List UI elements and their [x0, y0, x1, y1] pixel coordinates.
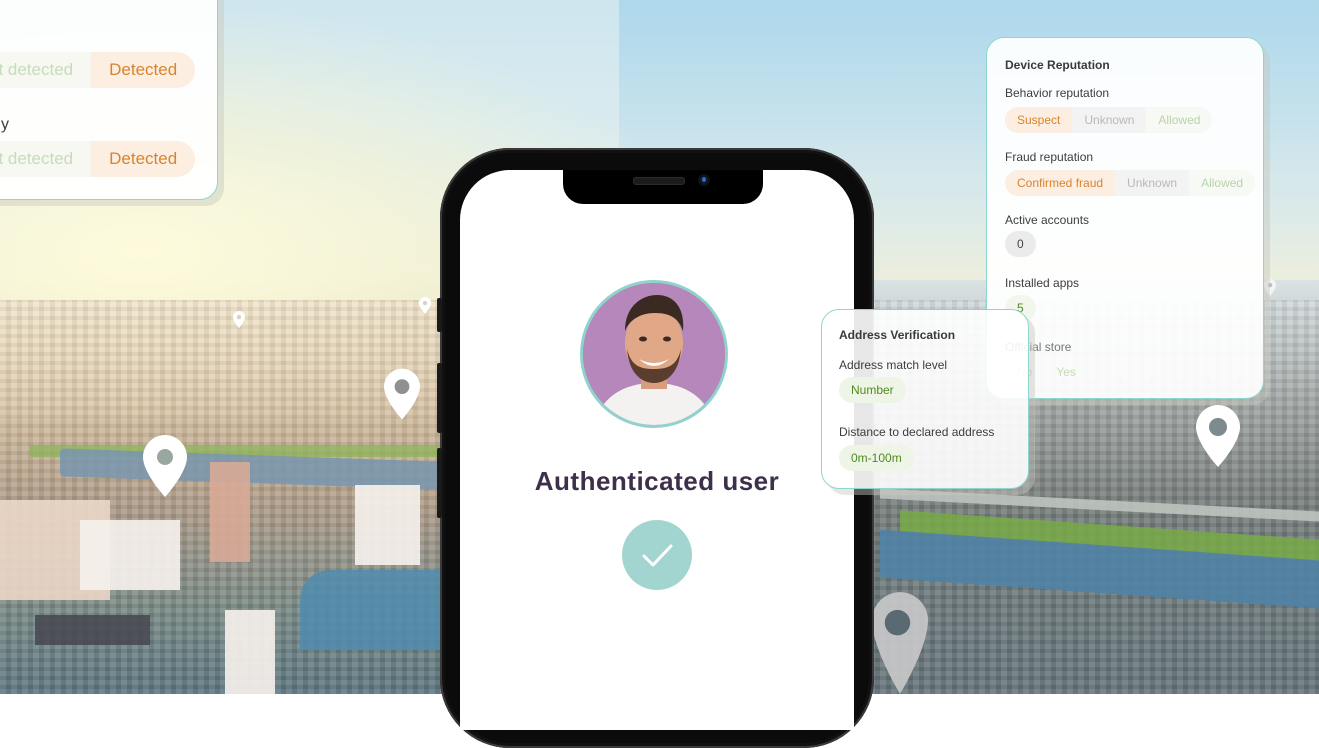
map-pin-icon [419, 297, 431, 314]
card-title: Address Verification [839, 328, 956, 342]
building-roof [35, 615, 150, 645]
map-pin-icon [384, 368, 420, 420]
behavior-reputation-label: Behavior reputation [1005, 86, 1110, 100]
option-allowed[interactable]: Allowed [1189, 170, 1256, 196]
behavior-reputation-selector[interactable]: Suspect Unknown Allowed [1005, 107, 1213, 133]
option-detected[interactable]: Detected [91, 141, 196, 177]
building [210, 462, 250, 562]
phone-mockup: Authenticated user [437, 148, 874, 748]
address-verification-card: Address Verification Address match level… [821, 309, 1029, 489]
option-detected[interactable]: Detected [91, 52, 196, 88]
building [225, 610, 275, 694]
option-not-detected[interactable]: ot detected [0, 141, 92, 177]
phone-side-button [437, 298, 442, 332]
phone-volume-up [437, 363, 442, 433]
distance-value: 0m-100m [839, 445, 914, 471]
phone-notch [563, 170, 763, 204]
card-title: Device Reputation [1005, 58, 1110, 72]
option-suspect[interactable]: Suspect [1005, 107, 1073, 133]
map-pin-icon [1264, 279, 1276, 296]
option-allowed[interactable]: Allowed [1146, 107, 1213, 133]
address-match-level-value: Number [839, 377, 906, 403]
check-icon [642, 544, 673, 567]
detection-toggle-1[interactable]: ot detected Detected [0, 52, 196, 88]
option-unknown[interactable]: Unknown [1115, 170, 1190, 196]
option-unknown[interactable]: Unknown [1072, 107, 1147, 133]
building [80, 520, 180, 590]
distance-label: Distance to declared address [839, 425, 995, 439]
map-pin-icon [233, 311, 245, 328]
map-pin-icon [872, 592, 928, 694]
detection-label-2: y [1, 116, 9, 133]
user-avatar [580, 280, 728, 428]
installed-apps-label: Installed apps [1005, 276, 1080, 290]
phone-screen: Authenticated user [460, 170, 854, 730]
speaker-grille [633, 177, 685, 185]
detection-toggle-2[interactable]: ot detected Detected [0, 141, 196, 177]
option-not-detected[interactable]: ot detected [0, 52, 92, 88]
fraud-reputation-label: Fraud reputation [1005, 150, 1094, 164]
fraud-reputation-selector[interactable]: Confirmed fraud Unknown Allowed [1005, 170, 1256, 196]
active-accounts-label: Active accounts [1005, 213, 1090, 227]
active-accounts-value: 0 [1005, 231, 1036, 257]
river-left-lower [300, 570, 440, 650]
phone-volume-down [437, 448, 442, 518]
person-portrait-icon [583, 283, 725, 425]
detection-card: ot detected Detected y ot detected Detec… [0, 0, 218, 200]
map-pin-icon [1196, 405, 1240, 467]
building [355, 485, 420, 565]
option-yes[interactable]: Yes [1044, 359, 1088, 385]
auth-success-badge [622, 520, 692, 590]
map-pin-icon [143, 435, 187, 497]
front-camera-icon [698, 174, 710, 186]
option-confirmed-fraud[interactable]: Confirmed fraud [1005, 170, 1116, 196]
auth-status-title: Authenticated user [534, 466, 780, 496]
address-match-level-label: Address match level [839, 358, 948, 372]
